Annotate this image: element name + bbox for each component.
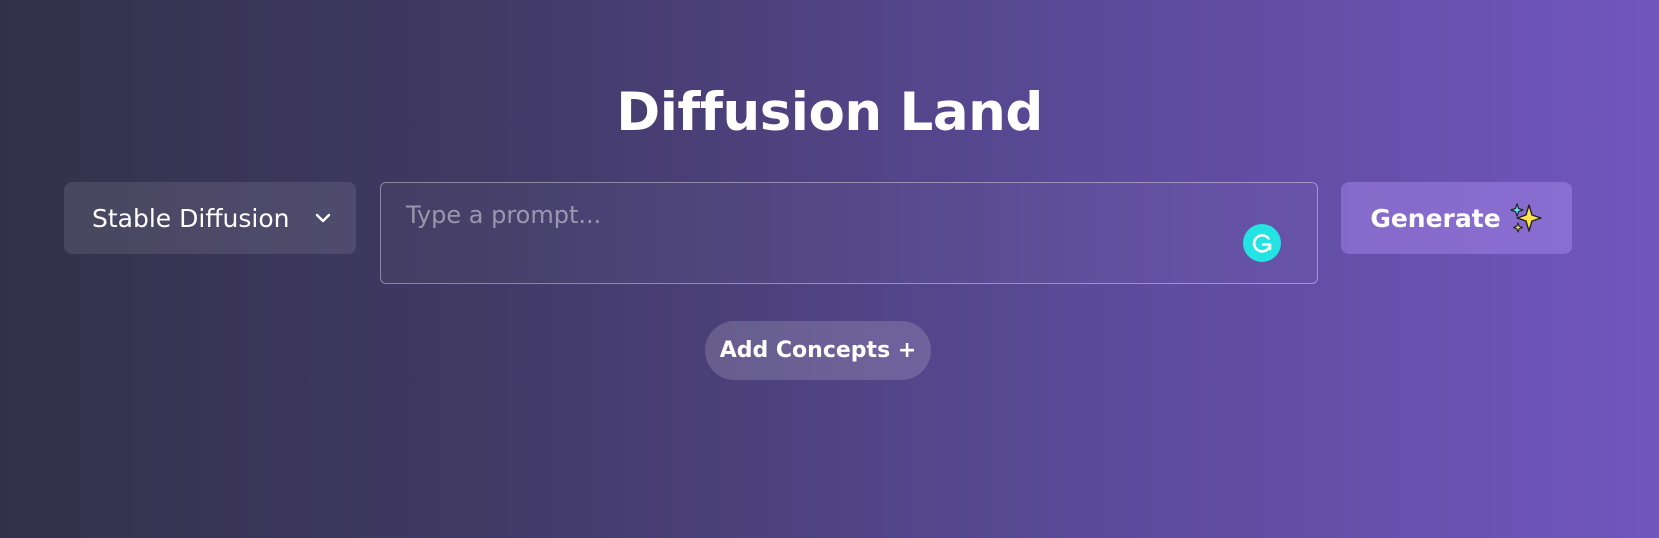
prompt-field-container bbox=[380, 182, 1318, 284]
add-concepts-button[interactable]: Add Concepts + bbox=[705, 321, 931, 380]
model-select-value: Stable Diffusion bbox=[92, 203, 290, 233]
prompt-input[interactable] bbox=[381, 183, 1317, 283]
generate-button-label: Generate bbox=[1370, 203, 1501, 233]
page-title: Diffusion Land bbox=[616, 82, 1043, 143]
generate-button[interactable]: Generate bbox=[1341, 182, 1572, 254]
add-concepts-label: Add Concepts + bbox=[719, 338, 917, 363]
grammarly-icon[interactable] bbox=[1243, 224, 1281, 262]
model-select-dropdown[interactable]: Stable Diffusion bbox=[64, 182, 356, 254]
chevron-down-icon bbox=[314, 209, 332, 227]
sparkles-icon bbox=[1509, 201, 1543, 235]
